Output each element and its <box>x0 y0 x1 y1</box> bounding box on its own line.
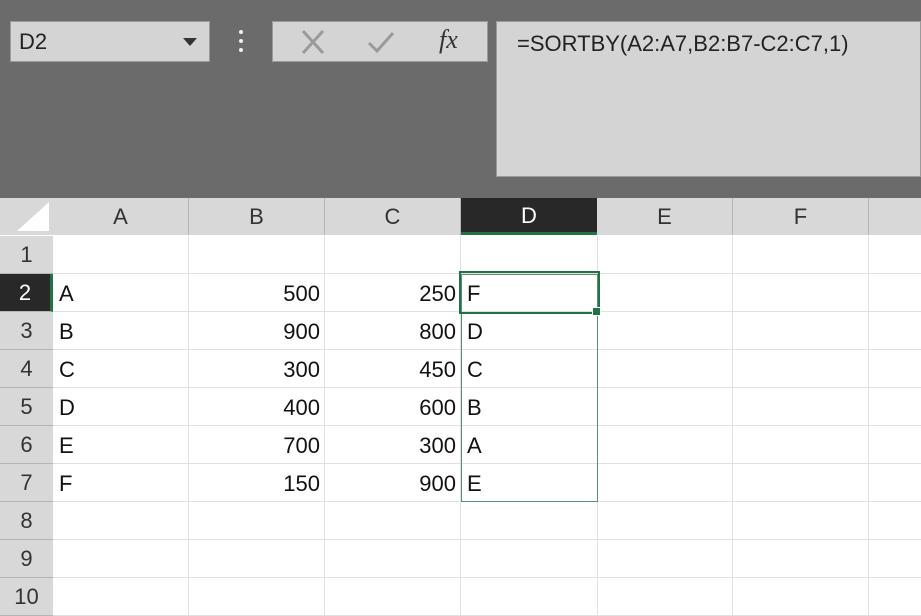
checkmark-icon[interactable] <box>361 28 401 56</box>
cell-f10[interactable] <box>733 578 869 616</box>
column-header-a[interactable]: A <box>53 198 189 235</box>
column-header-d[interactable]: D <box>461 198 598 235</box>
name-box[interactable]: D2 <box>10 21 210 62</box>
cell-g1[interactable] <box>869 236 921 274</box>
cell-a3[interactable]: B <box>53 312 189 350</box>
cell-g7[interactable] <box>869 464 921 502</box>
cell-b4[interactable]: 300 <box>189 350 325 388</box>
cell-f6[interactable] <box>733 426 869 464</box>
vertical-ellipsis-icon[interactable] <box>237 30 245 52</box>
column-header-c[interactable]: C <box>325 198 461 235</box>
cell-a6[interactable]: E <box>53 426 189 464</box>
cell-c6[interactable]: 300 <box>325 426 461 464</box>
cell-d8[interactable] <box>461 502 598 540</box>
row-header-4[interactable]: 4 <box>0 350 53 388</box>
cell-e9[interactable] <box>597 540 733 578</box>
cell-b10[interactable] <box>189 578 325 616</box>
cell-d3[interactable]: D <box>461 312 598 350</box>
row-header-3[interactable]: 3 <box>0 312 53 350</box>
cell-b9[interactable] <box>189 540 325 578</box>
cell-d4[interactable]: C <box>461 350 598 388</box>
cell-e3[interactable] <box>597 312 733 350</box>
x-icon[interactable] <box>293 28 333 56</box>
cell-e8[interactable] <box>597 502 733 540</box>
row-header-2[interactable]: 2 <box>0 274 53 312</box>
cell-b3[interactable]: 900 <box>189 312 325 350</box>
name-box-value: D2 <box>19 29 48 54</box>
row-header-5[interactable]: 5 <box>0 388 53 426</box>
cell-g5[interactable] <box>869 388 921 426</box>
cell-d7[interactable]: E <box>461 464 598 502</box>
cell-g2[interactable] <box>869 274 921 312</box>
formula-bar-region: D2 fx =SORTBY(A2:A7,B2:B7-C2:C7,1) <box>0 0 921 198</box>
chevron-down-icon[interactable] <box>183 38 197 46</box>
cell-c7[interactable]: 900 <box>325 464 461 502</box>
cell-a1[interactable] <box>53 236 189 274</box>
cell-d2[interactable]: F <box>461 274 598 312</box>
row-header-10[interactable]: 10 <box>0 578 53 616</box>
cell-g6[interactable] <box>869 426 921 464</box>
cell-f3[interactable] <box>733 312 869 350</box>
cell-c3[interactable]: 800 <box>325 312 461 350</box>
cell-e1[interactable] <box>597 236 733 274</box>
cell-a7[interactable]: F <box>53 464 189 502</box>
cell-c2[interactable]: 250 <box>325 274 461 312</box>
cell-f7[interactable] <box>733 464 869 502</box>
cell-f4[interactable] <box>733 350 869 388</box>
cell-f1[interactable] <box>733 236 869 274</box>
cell-b5[interactable]: 400 <box>189 388 325 426</box>
cell-g4[interactable] <box>869 350 921 388</box>
cell-f9[interactable] <box>733 540 869 578</box>
row-header-1[interactable]: 1 <box>0 236 53 274</box>
cell-d9[interactable] <box>461 540 598 578</box>
cell-a10[interactable] <box>53 578 189 616</box>
cell-b6[interactable]: 700 <box>189 426 325 464</box>
row-header-8[interactable]: 8 <box>0 502 53 540</box>
cell-c9[interactable] <box>325 540 461 578</box>
cell-g3[interactable] <box>869 312 921 350</box>
cell-f2[interactable] <box>733 274 869 312</box>
cell-c8[interactable] <box>325 502 461 540</box>
row-header-7[interactable]: 7 <box>0 464 53 502</box>
cell-f5[interactable] <box>733 388 869 426</box>
cell-f8[interactable] <box>733 502 869 540</box>
cell-c5[interactable]: 600 <box>325 388 461 426</box>
cell-e6[interactable] <box>597 426 733 464</box>
cell-g8[interactable] <box>869 502 921 540</box>
select-all-corner[interactable] <box>0 198 53 235</box>
cell-g9[interactable] <box>869 540 921 578</box>
cell-e7[interactable] <box>597 464 733 502</box>
cell-e5[interactable] <box>597 388 733 426</box>
fx-button[interactable]: fx <box>439 25 458 55</box>
cell-d1[interactable] <box>461 236 598 274</box>
row-header-6[interactable]: 6 <box>0 426 53 464</box>
column-header-f[interactable]: F <box>733 198 869 235</box>
cell-a9[interactable] <box>53 540 189 578</box>
cell-c4[interactable]: 450 <box>325 350 461 388</box>
cell-b8[interactable] <box>189 502 325 540</box>
cell-b2[interactable]: 500 <box>189 274 325 312</box>
cell-a2[interactable]: A <box>53 274 189 312</box>
cell-e2[interactable] <box>597 274 733 312</box>
cell-c1[interactable] <box>325 236 461 274</box>
formula-text: =SORTBY(A2:A7,B2:B7-C2:C7,1) <box>517 31 849 56</box>
formula-buttons: fx <box>272 21 488 62</box>
cell-e4[interactable] <box>597 350 733 388</box>
cell-d10[interactable] <box>461 578 598 616</box>
column-header-overflow[interactable] <box>869 198 921 235</box>
cell-e10[interactable] <box>597 578 733 616</box>
cell-d5[interactable]: B <box>461 388 598 426</box>
cell-a4[interactable]: C <box>53 350 189 388</box>
cell-g10[interactable] <box>869 578 921 616</box>
cell-a8[interactable] <box>53 502 189 540</box>
cell-b1[interactable] <box>189 236 325 274</box>
column-header-b[interactable]: B <box>189 198 325 235</box>
row-header-9[interactable]: 9 <box>0 540 53 578</box>
cell-b7[interactable]: 150 <box>189 464 325 502</box>
cell-a5[interactable]: D <box>53 388 189 426</box>
formula-input[interactable]: =SORTBY(A2:A7,B2:B7-C2:C7,1) <box>496 21 921 177</box>
column-header-e[interactable]: E <box>597 198 733 235</box>
cell-d6[interactable]: A <box>461 426 598 464</box>
cell-c10[interactable] <box>325 578 461 616</box>
